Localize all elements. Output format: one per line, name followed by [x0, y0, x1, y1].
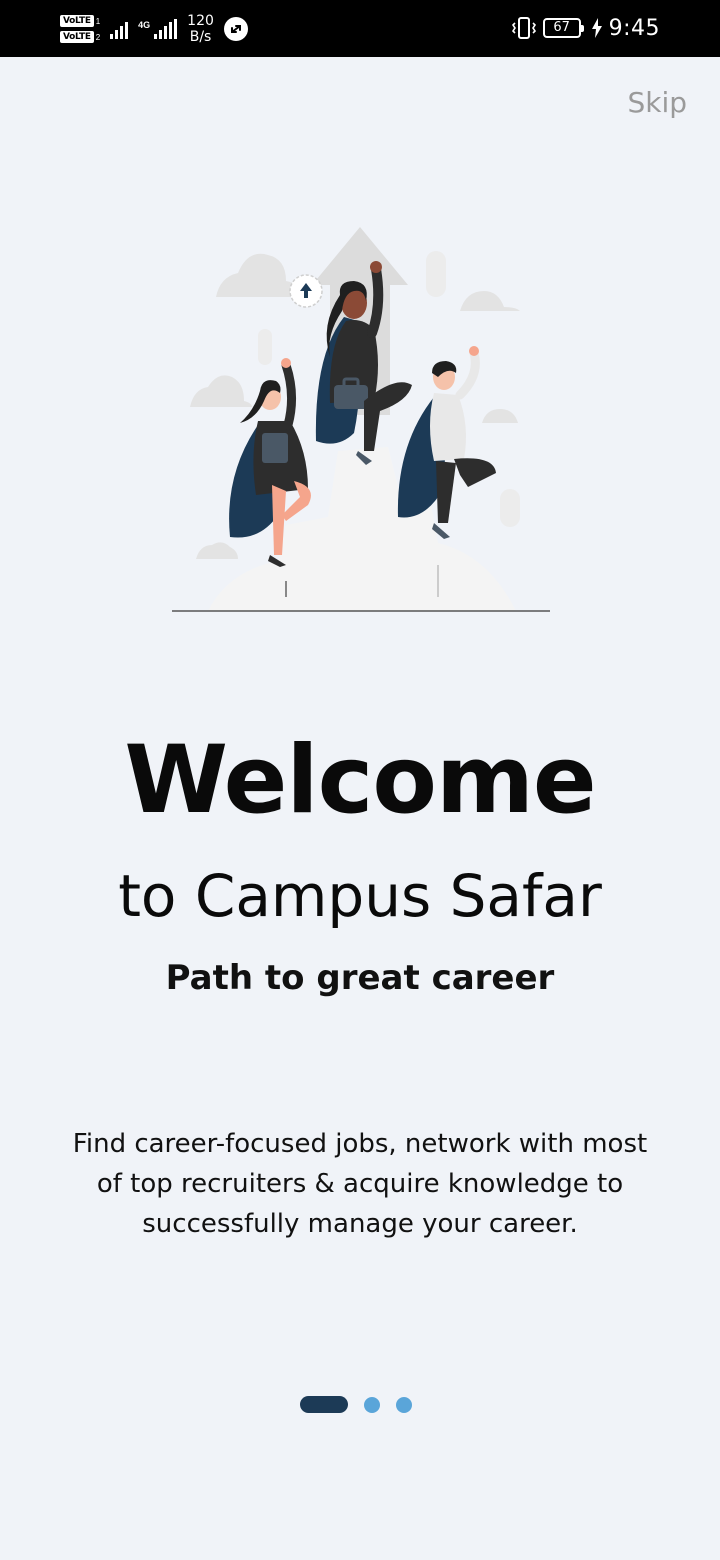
page-indicator-dot-2[interactable] — [364, 1396, 380, 1413]
network-speed: 120 B/s — [187, 13, 214, 45]
battery-level: 67 — [553, 20, 570, 35]
network-type-label: 4G — [138, 20, 151, 30]
vibrate-icon — [511, 16, 537, 40]
network-speed-value: 120 — [187, 13, 214, 29]
status-clock: 9:45 — [608, 15, 660, 41]
tagline: Path to great career — [165, 958, 555, 998]
volte-indicators: VoLTE 1 VoLTE 2 — [60, 15, 100, 43]
signal-strength-icon-2: 4G — [138, 19, 178, 39]
volte-badge-1: VoLTE — [60, 15, 94, 27]
person-right-figure — [397, 346, 496, 539]
skip-button[interactable]: Skip — [627, 86, 687, 119]
volte-badge-2: VoLTE — [60, 31, 94, 43]
welcome-title: Welcome — [124, 726, 596, 835]
network-speed-unit: B/s — [189, 29, 212, 45]
onboarding-description: Find career-focused jobs, network with m… — [72, 1129, 648, 1239]
upload-badge-icon — [289, 274, 323, 308]
volte-sim-1: 1 — [95, 16, 101, 26]
onboarding-screen: VoLTE 1 VoLTE 2 4G 120 B/s 67 9:45 Skip … — [0, 0, 720, 1560]
status-bar-right: 67 9:45 — [511, 13, 660, 43]
page-indicator-dot-3[interactable] — [396, 1396, 412, 1413]
page-indicator-active[interactable] — [300, 1396, 348, 1413]
data-saver-icon — [223, 17, 248, 41]
page-indicator — [300, 1396, 412, 1413]
status-bar-left: VoLTE 1 VoLTE 2 4G 120 B/s — [60, 8, 248, 50]
app-name-subtitle: to Campus Safar — [118, 862, 602, 930]
charging-bolt-icon — [591, 18, 602, 38]
volte-sim-2: 2 — [95, 32, 101, 42]
career-success-illustration — [172, 227, 550, 612]
battery-icon: 67 — [542, 18, 584, 38]
signal-strength-icon-1 — [110, 19, 129, 39]
status-bar: VoLTE 1 VoLTE 2 4G 120 B/s 67 9:45 — [0, 0, 720, 57]
